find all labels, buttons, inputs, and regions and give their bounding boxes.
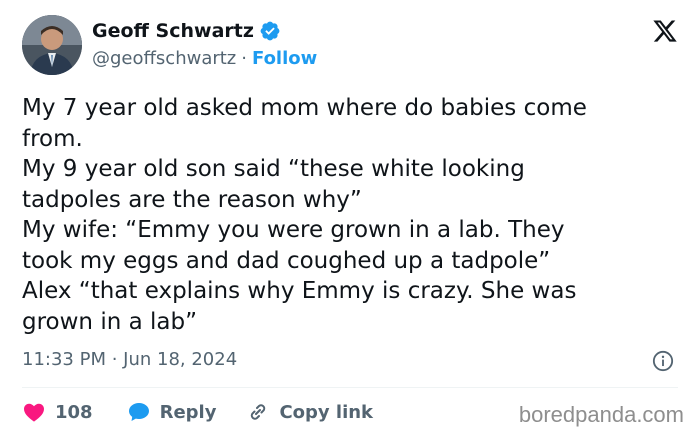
info-icon[interactable]	[652, 350, 674, 372]
author-name[interactable]: Geoff Schwartz	[92, 20, 254, 42]
author-handle[interactable]: @geoffschwartz	[92, 48, 236, 69]
separator-dot: ·	[241, 48, 247, 69]
action-bar: 108 Reply Copy link	[22, 400, 373, 424]
tweet-text: My 7 year old asked mom where do babies …	[22, 95, 587, 335]
author-name-row: Geoff Schwartz	[92, 20, 281, 42]
x-logo-icon[interactable]	[652, 18, 678, 44]
verified-badge-icon	[260, 21, 280, 41]
reply-button[interactable]: Reply	[127, 400, 217, 424]
link-icon	[251, 404, 266, 420]
divider	[22, 387, 678, 388]
reply-label: Reply	[159, 401, 217, 423]
copy-link-button[interactable]: Copy link	[246, 400, 373, 424]
watermark: boredpanda.com	[518, 402, 684, 427]
like-button[interactable]: 108	[22, 400, 93, 424]
avatar-image	[22, 15, 82, 75]
avatar[interactable]	[22, 15, 82, 75]
heart-icon	[24, 403, 44, 422]
copy-link-label: Copy link	[279, 401, 374, 423]
reply-bubble-icon	[128, 403, 149, 421]
tweet-timestamp[interactable]: 11:33 PM · Jun 18, 2024	[22, 349, 237, 370]
author-handle-row: @geoffschwartz · Follow	[92, 48, 317, 69]
like-count: 108	[55, 401, 93, 423]
follow-button[interactable]: Follow	[252, 48, 317, 69]
